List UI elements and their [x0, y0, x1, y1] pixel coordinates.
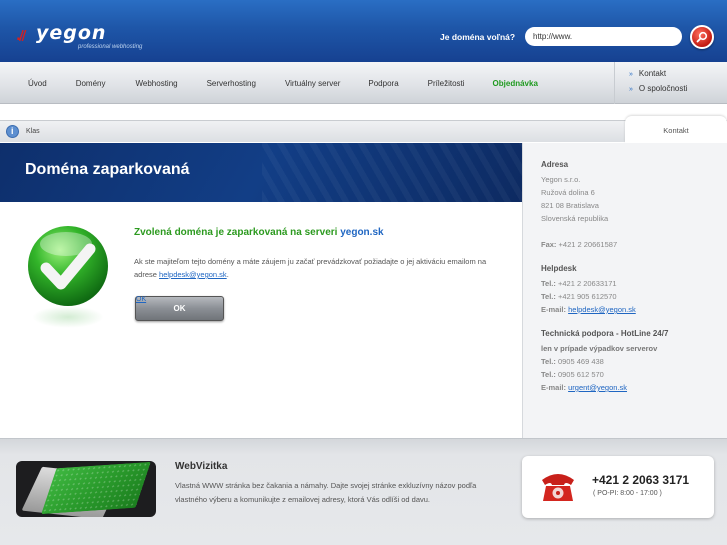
nav-item-webhosting[interactable]: Webhosting: [135, 79, 177, 88]
address-line: Yegon s.r.o.: [541, 175, 581, 184]
address-line: Ružová dolina 6: [541, 188, 595, 197]
tech-email-line: E-mail: urgent@yegon.sk: [541, 381, 727, 394]
nav-item-uvod[interactable]: Úvod: [28, 79, 47, 88]
logo-mark: .//: [16, 29, 27, 44]
fax-value: +421 2 20661587: [558, 240, 618, 249]
nav-menu: Úvod Domény Webhosting Serverhosting Vir…: [0, 62, 538, 104]
tech-tel1: Tel.: 0905 469 438: [541, 355, 727, 368]
main-content: Zvolená doména je zaparkovaná na serveri…: [0, 202, 522, 438]
tech-support-heading: Technická podpora - HotLine 24/7: [541, 329, 669, 338]
side-link-o-spolocnosti[interactable]: » O spoločnosti: [629, 83, 727, 98]
tech-support-note: len v prípade výpadkov serverov: [541, 344, 658, 353]
server-link[interactable]: yegon.sk: [340, 227, 383, 238]
hotline-hours: ( PO-PI: 8:00 - 17:00 ): [593, 490, 662, 497]
tel-label: Tel.:: [541, 357, 556, 366]
checkmark-reflection: [32, 306, 104, 328]
hotline-number: +421 2 2063 3171: [592, 473, 690, 487]
page-title: Doména zaparkovaná: [25, 161, 190, 178]
telephone-icon: [542, 474, 574, 501]
yegon-logo[interactable]: .// yegon professional webhosting: [16, 22, 142, 52]
contact-panel: Adresa Yegon s.r.o. Ružová dolina 6 821 …: [522, 143, 727, 438]
tel-value: 0905 469 438: [557, 357, 604, 366]
arrow-icon: »: [629, 71, 633, 78]
side-link-label: Kontakt: [638, 69, 667, 78]
title-band: Doména zaparkovaná: [0, 143, 522, 202]
webvizitka-title[interactable]: WebVizitka: [175, 461, 227, 472]
message-heading-text: Zvolená doména je zaparkovaná na serveri: [134, 227, 338, 238]
message-end: .: [226, 270, 229, 279]
helpdesk-email[interactable]: helpdesk@yegon.sk: [568, 305, 636, 314]
promo-band: WebVizitka Vlastná WWW stránka bez čakan…: [0, 438, 727, 545]
tel-value: +421 2 20633171: [557, 279, 617, 288]
main-navigation: Úvod Domény Webhosting Serverhosting Vir…: [0, 62, 727, 104]
ok-button[interactable]: OK: [135, 296, 224, 321]
email-label: E-mail:: [541, 383, 567, 392]
urgent-email[interactable]: urgent@yegon.sk: [568, 383, 627, 392]
tel-label: Tel.:: [541, 292, 556, 301]
helpdesk-email-link[interactable]: helpdesk@yegon.sk: [159, 270, 227, 279]
checkmark-icon: [28, 226, 108, 306]
logo-tagline: professional webhosting: [78, 44, 143, 50]
message-heading: Zvolená doména je zaparkovaná na serveri…: [134, 227, 384, 238]
tel-value: +421 905 612570: [557, 292, 617, 301]
tel-value: 0905 612 570: [557, 370, 604, 379]
tech-tel2: Tel.: 0905 612 570: [541, 368, 727, 381]
webvizitka-text: Vlastná WWW stránka bez čakania a námahy…: [175, 481, 477, 504]
nav-side-links: » Kontakt » O spoločnosti: [614, 62, 727, 104]
helpdesk-tel1: Tel.: +421 2 20633171: [541, 277, 727, 290]
address-line: 821 08 Bratislava: [541, 201, 599, 210]
domain-search-button[interactable]: [690, 25, 714, 49]
helpdesk-tel2: Tel.: +421 905 612570: [541, 290, 727, 303]
fax-label: Fax:: [541, 240, 557, 249]
hotline-box: +421 2 2063 3171 ( PO-PI: 8:00 - 17:00 ): [522, 456, 714, 518]
breadcrumb-label[interactable]: Klas: [26, 128, 40, 135]
breadcrumb: i Klas: [0, 120, 727, 142]
nav-item-prilezitosti[interactable]: Príležitosti: [428, 79, 465, 88]
nav-item-virtualny-server[interactable]: Virtuálny server: [285, 79, 340, 88]
nav-item-podpora[interactable]: Podpora: [368, 79, 398, 88]
contact-tab[interactable]: Kontakt: [625, 116, 727, 143]
magnifier-icon: [696, 31, 708, 43]
info-icon[interactable]: i: [6, 125, 19, 138]
domain-check-label: Je doména voľná?: [440, 32, 516, 42]
email-label: E-mail:: [541, 305, 567, 314]
fax-line: Fax: +421 2 20661587: [541, 238, 727, 251]
site-header: .// yegon professional webhosting Je dom…: [0, 0, 727, 62]
tel-label: Tel.:: [541, 370, 556, 379]
domain-search-input[interactable]: [525, 27, 682, 46]
business-card-image[interactable]: [16, 461, 156, 517]
address-heading: Adresa: [541, 160, 569, 169]
card-front: [41, 461, 151, 515]
arrow-icon: »: [629, 86, 633, 93]
nav-item-domeny[interactable]: Domény: [76, 79, 106, 88]
tel-label: Tel.:: [541, 279, 556, 288]
ok-alt-link[interactable]: OK: [136, 296, 146, 303]
side-link-label: O spoločnosti: [638, 84, 688, 93]
helpdesk-email-line: E-mail: helpdesk@yegon.sk: [541, 303, 727, 316]
message-text: Ak ste majiteľom tejto domény a máte záu…: [134, 255, 504, 281]
nav-item-serverhosting[interactable]: Serverhosting: [207, 79, 256, 88]
logo-wordmark: yegon: [36, 22, 107, 44]
address-line: Slovenská republika: [541, 214, 609, 223]
nav-item-objednavka[interactable]: Objednávka: [493, 79, 538, 88]
info-glyph: i: [11, 126, 14, 136]
side-link-kontakt[interactable]: » Kontakt: [629, 68, 727, 83]
helpdesk-heading: Helpdesk: [541, 264, 577, 273]
